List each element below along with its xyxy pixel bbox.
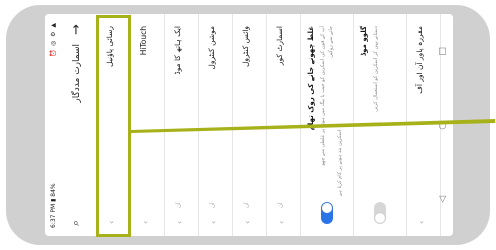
- chevron-icon: ›: [243, 220, 252, 224]
- status-time: 6:37 PM ▮ 84%: [50, 183, 57, 228]
- glove-mode-switch[interactable]: [374, 202, 386, 224]
- search-icon[interactable]: ⌕: [69, 220, 83, 226]
- list-item-value: آن: [244, 202, 250, 208]
- switch-knob: [322, 203, 332, 213]
- chevron-icon: ›: [175, 220, 184, 224]
- app-header: → اسمارت مددگار ⌕: [63, 14, 93, 236]
- chevron-icon: ›: [417, 220, 426, 224]
- list-item-label: موشن کنٹرول: [207, 26, 216, 70]
- nav-back-icon[interactable]: ◁: [438, 196, 448, 203]
- toggle-label: گلوو موڈ: [360, 26, 368, 56]
- pointer-line: [131, 119, 495, 133]
- status-bar: 6:37 PM ▮ 84% ⏰ ◎ ⚙ ▲: [45, 14, 63, 236]
- chevron-icon: ›: [209, 220, 218, 224]
- list-item-label: HiTouch: [139, 26, 148, 56]
- chevron-icon: ›: [277, 220, 286, 224]
- list-item-value: آن: [210, 202, 216, 208]
- list-item-label: وائس کنٹرول: [241, 26, 250, 68]
- toggle-label: غلط چھونے جانے کی روک تھام: [307, 26, 315, 131]
- list-item-label: ایک ہاتھ کا موڈ: [173, 26, 182, 75]
- list-item-value: آن: [278, 202, 284, 208]
- list-item-value: آن: [176, 202, 182, 208]
- accidental-touch-switch[interactable]: [321, 202, 333, 224]
- toggle-description: دستانے پہن کر اسکرین کو استعمال کریں: [373, 26, 379, 112]
- status-icons: ⏰ ◎ ⚙ ▲: [50, 22, 57, 58]
- page-title: اسمارت مددگار: [72, 44, 82, 103]
- arrow-back-icon[interactable]: →: [69, 24, 84, 35]
- list-item-label: اسمارٹ کور: [275, 26, 284, 66]
- toggle-subtext: اسکرین بند ہونے پر کام کرتا ہے: [337, 129, 343, 196]
- switch-knob: [375, 213, 385, 223]
- toggle-description: آپ کے فون کی اسکرین کو جیب یا بیگ میں ہو…: [320, 26, 334, 166]
- chevron-icon: ›: [141, 220, 150, 224]
- list-item-label: مقررہ پاور آن اور آف: [415, 26, 424, 94]
- target-highlight-box: [96, 15, 131, 237]
- nav-recent-icon[interactable]: □: [438, 47, 448, 56]
